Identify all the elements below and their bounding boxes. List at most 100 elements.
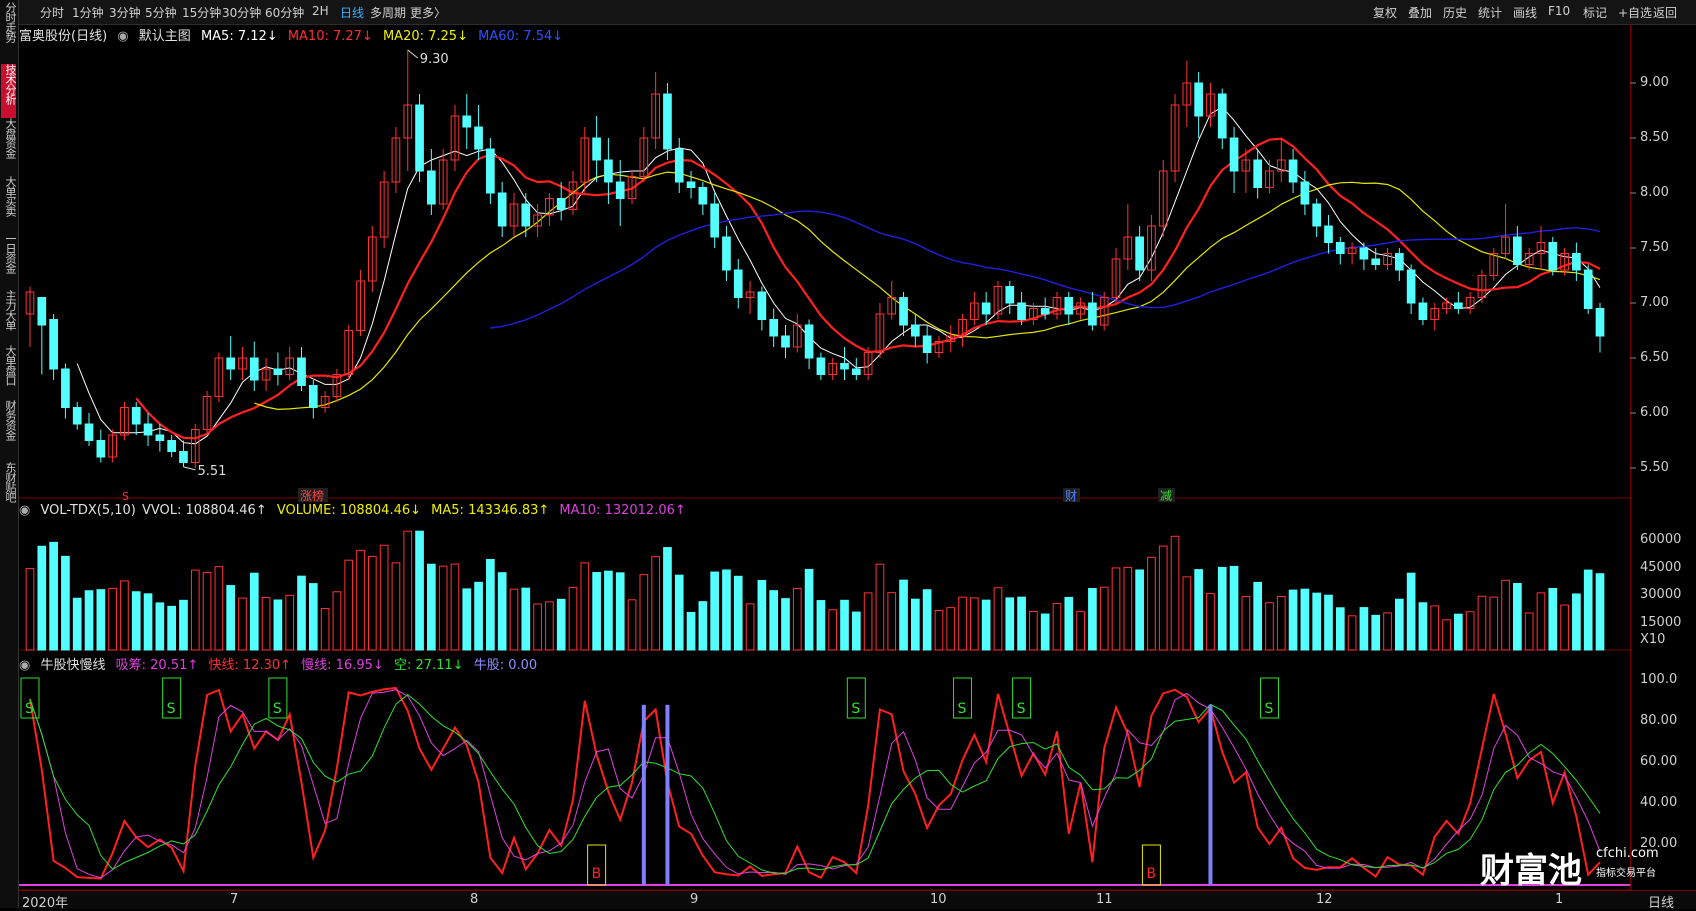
toolbar-action-6[interactable]: 标记 [1583, 4, 1607, 21]
volume-bar [887, 592, 897, 651]
left-tab-6[interactable]: 大单盘口 [1, 345, 17, 399]
date-tick-label: 12 [1316, 892, 1333, 907]
price-tick-label: 8.50 [1640, 130, 1669, 145]
event-tag-label: 财 [1065, 489, 1077, 503]
volume-bar [1229, 565, 1239, 651]
volume-bar [167, 605, 176, 651]
period-tab-1[interactable]: 1分钟 [72, 4, 104, 21]
candle-body [1135, 236, 1144, 271]
candle-body [143, 423, 153, 436]
volume-bar [1029, 610, 1038, 651]
volume-bar [1524, 612, 1534, 651]
kong-line [29, 693, 1601, 874]
volume-bar [1548, 587, 1558, 651]
volume-bar [1217, 566, 1227, 651]
kline-chart[interactable]: 9.30 5.51 涨榜 财 减 S S S S S S S S B B [0, 0, 1696, 908]
left-tab-4[interactable]: 一日资金 [1, 233, 17, 287]
volume-bar [474, 581, 483, 651]
b-signal-label: B [592, 866, 602, 882]
period-tab-8[interactable]: 日线 [340, 4, 364, 21]
volume-bar [604, 570, 613, 651]
volume-bar [863, 592, 873, 651]
volume-bar [1560, 604, 1569, 651]
toolbar-action-2[interactable]: 历史 [1443, 4, 1467, 21]
volume-bar [627, 599, 637, 651]
volume-tick-label: 45000 [1640, 559, 1682, 575]
period-tab-3[interactable]: 5分钟 [145, 4, 177, 21]
s-signal-label: S [851, 701, 860, 717]
volume-unit-label: X10 [1640, 632, 1666, 647]
volume-bar [1206, 593, 1215, 651]
volume-bar [1583, 569, 1593, 651]
left-tab-7[interactable]: 财务资金 [1, 400, 17, 454]
niugu-bar [1208, 704, 1213, 885]
date-tick-label: 8 [470, 892, 479, 907]
volume-bar [486, 558, 495, 651]
left-tab-8[interactable]: 东财贴吧 [1, 462, 17, 508]
volume-bar [155, 602, 165, 651]
toolbar-action-3[interactable]: 统计 [1478, 4, 1502, 21]
left-tab-0[interactable]: 分时走势 [1, 2, 17, 56]
volume-bar [1406, 572, 1416, 651]
candle-body [179, 451, 188, 463]
candle-body [674, 148, 684, 183]
left-tab-2[interactable]: 大盘资金 [1, 118, 17, 172]
volume-bar [1335, 607, 1345, 651]
period-tab-4[interactable]: 15分钟 [182, 4, 221, 21]
volume-bar [344, 559, 354, 651]
period-tab-2[interactable]: 3分钟 [109, 4, 141, 21]
left-tab-1[interactable]: 技术分析 [1, 64, 17, 118]
volume-bar [450, 563, 460, 651]
volume-bar [297, 575, 306, 651]
candle-body [131, 407, 141, 425]
period-label[interactable]: 日线 [1648, 892, 1674, 911]
period-tab-10[interactable]: 更多〉 [410, 4, 446, 21]
volume-bar [899, 579, 908, 651]
volume-bar [580, 562, 590, 651]
candle-body [816, 357, 826, 375]
volume-bar [391, 562, 401, 651]
volume-bar [226, 585, 236, 651]
candle-body [427, 170, 436, 205]
candle-body [1583, 269, 1593, 309]
date-tick-label: 9 [690, 892, 699, 907]
volume-bar [1465, 611, 1475, 651]
date-tick-label: 1 [1555, 892, 1564, 907]
price-tick-label: 7.00 [1640, 295, 1669, 310]
toolbar-action-8[interactable]: 返回 [1653, 4, 1677, 21]
volume-bar [911, 598, 920, 651]
volume-bar [674, 574, 684, 651]
volume-bar [49, 541, 58, 651]
toolbar-action-7[interactable]: +自选 [1618, 4, 1652, 21]
candle-body [804, 324, 814, 359]
price-tick-label: 9.00 [1640, 75, 1669, 90]
period-tab-9[interactable]: 多周期 [370, 4, 406, 21]
volume-bar [415, 530, 424, 651]
toolbar-action-4[interactable]: 画线 [1513, 4, 1537, 21]
volume-bar [745, 603, 755, 651]
candle-body [911, 324, 920, 337]
volume-bar [1300, 588, 1310, 651]
volume-bar [1005, 597, 1015, 651]
volume-bar [722, 569, 731, 651]
period-tab-0[interactable]: 分时 [40, 4, 64, 21]
volume-bar [828, 609, 838, 651]
period-tab-6[interactable]: 60分钟 [265, 4, 304, 21]
volume-bar [308, 583, 318, 651]
candle-body [37, 297, 47, 326]
candle-body [1454, 302, 1463, 309]
volume-bar [1276, 596, 1286, 651]
volume-bar [1371, 614, 1381, 651]
volume-bar [1572, 593, 1581, 651]
period-tab-5[interactable]: 30分钟 [222, 4, 261, 21]
period-tab-7[interactable]: 2H [312, 4, 329, 18]
volume-bar [1088, 588, 1097, 651]
volume-bar [84, 590, 94, 651]
toolbar-action-5[interactable]: F10 [1548, 4, 1570, 18]
toolbar-action-0[interactable]: 复权 [1373, 4, 1397, 21]
left-tab-5[interactable]: 主力大单 [1, 290, 17, 344]
candle-body [733, 269, 743, 298]
left-tab-3[interactable]: 大单买卖 [1, 176, 17, 230]
candle-body [1229, 137, 1239, 172]
toolbar-action-1[interactable]: 叠加 [1408, 4, 1432, 21]
